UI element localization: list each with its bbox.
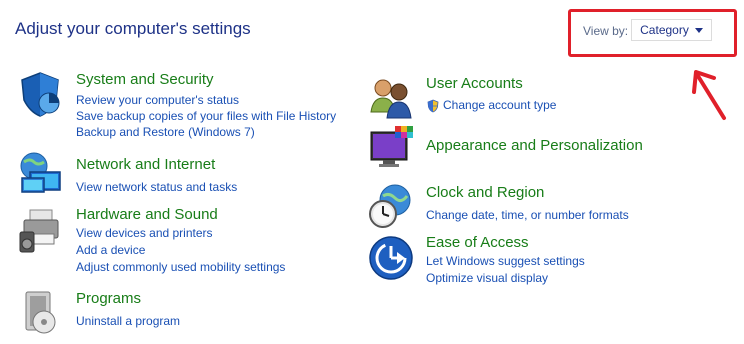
shield-icon[interactable] — [16, 70, 64, 118]
category-title-programs[interactable]: Programs — [76, 290, 141, 307]
link-devices-printers[interactable]: View devices and printers — [76, 226, 213, 240]
link-network-status[interactable]: View network status and tasks — [76, 180, 237, 194]
category-title-ease[interactable]: Ease of Access — [426, 234, 529, 251]
view-by-value: Category — [640, 23, 689, 37]
annotation-arrow-icon — [692, 70, 726, 120]
uac-shield-icon — [427, 99, 439, 113]
chevron-down-icon — [694, 27, 703, 33]
category-title-users[interactable]: User Accounts — [426, 75, 523, 92]
category-title-network[interactable]: Network and Internet — [76, 156, 215, 173]
users-icon[interactable] — [367, 72, 415, 120]
link-backup-restore[interactable]: Backup and Restore (Windows 7) — [76, 125, 255, 139]
monitor-palette-icon[interactable] — [367, 124, 415, 172]
printer-speaker-icon[interactable] — [16, 206, 64, 254]
link-change-account-type[interactable]: Change account type — [426, 98, 556, 113]
category-title-system[interactable]: System and Security — [76, 71, 214, 88]
page-title: Adjust your computer's settings — [15, 19, 251, 38]
category-title-clock[interactable]: Clock and Region — [426, 184, 544, 201]
link-change-account-type-label: Change account type — [443, 98, 557, 112]
link-optimize-visual[interactable]: Optimize visual display — [426, 271, 548, 285]
link-review-status[interactable]: Review your computer's status — [76, 93, 239, 107]
category-title-hardware[interactable]: Hardware and Sound — [76, 206, 218, 223]
link-date-time-formats[interactable]: Change date, time, or number formats — [426, 208, 629, 222]
ease-of-access-icon[interactable] — [367, 234, 415, 282]
link-windows-suggest[interactable]: Let Windows suggest settings — [426, 254, 585, 268]
network-globe-icon[interactable] — [16, 150, 64, 198]
link-uninstall-program[interactable]: Uninstall a program — [76, 314, 180, 328]
link-mobility-settings[interactable]: Adjust commonly used mobility settings — [76, 260, 285, 274]
programs-disc-icon[interactable] — [16, 288, 64, 336]
category-title-appearance[interactable]: Appearance and Personalization — [426, 137, 643, 154]
view-by-label: View by: — [583, 24, 629, 38]
link-file-history[interactable]: Save backup copies of your files with Fi… — [76, 109, 336, 123]
globe-clock-icon[interactable] — [367, 182, 415, 230]
link-add-device[interactable]: Add a device — [76, 243, 145, 257]
view-by-dropdown[interactable]: Category — [631, 19, 712, 41]
